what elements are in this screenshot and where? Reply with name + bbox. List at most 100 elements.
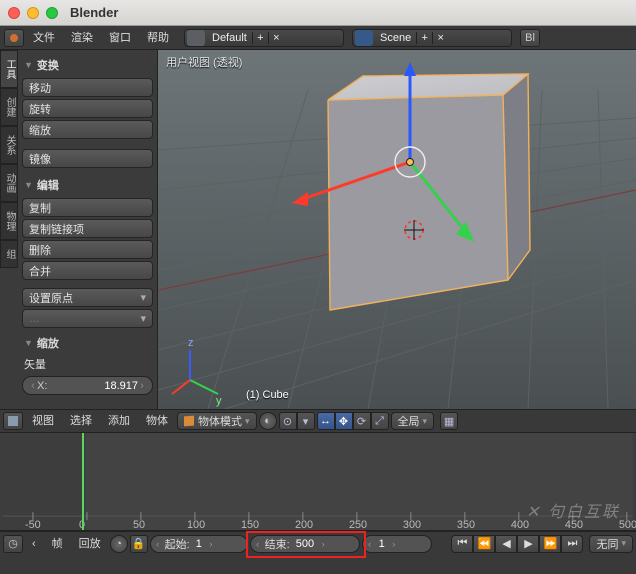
btn-set-origin[interactable]: 设置原点	[22, 288, 153, 307]
scene-remove-icon[interactable]: ×	[432, 32, 448, 44]
svg-text:150: 150	[241, 519, 259, 530]
maximize-window-icon[interactable]	[46, 7, 58, 19]
orientation-label: 全局	[398, 413, 420, 429]
tl-sync-icon[interactable]: ◔	[110, 535, 128, 553]
tl-menu-view[interactable]: ‹	[25, 532, 43, 556]
btn-mirror[interactable]: 镜像	[22, 149, 153, 168]
shading-selector-icon[interactable]: ◐	[259, 412, 277, 430]
scene-chip-icon	[355, 30, 373, 46]
viewport-header-label: 用户视图 (透视)	[166, 54, 242, 70]
jump-start-icon[interactable]: ⏮	[451, 535, 473, 553]
frame-end-field[interactable]: ‹ 结束: 500 ›	[250, 535, 360, 553]
manip-translate-icon[interactable]: ✥	[335, 412, 353, 430]
play-reverse-icon[interactable]: ◀	[495, 535, 517, 553]
pivot-extra-icon[interactable]: ▾	[297, 412, 315, 430]
btn-move[interactable]: 移动	[22, 78, 153, 97]
3d-viewport[interactable]: z y 用户视图 (透视) (1) Cube	[158, 50, 636, 409]
start-increment-icon[interactable]: ›	[206, 539, 216, 549]
cur-increment-icon[interactable]: ›	[389, 539, 399, 549]
tl-label-playback[interactable]: 回放	[72, 532, 108, 556]
playback-controls: ⏮ ⏪ ◀ ▶ ⏩ ⏭	[451, 535, 583, 553]
svg-text:50: 50	[133, 519, 145, 530]
end-decrement-icon[interactable]: ‹	[253, 539, 263, 549]
menu-help[interactable]: 帮助	[140, 26, 176, 50]
active-object-label: (1) Cube	[246, 389, 289, 401]
manip-rotate-icon[interactable]: ⟳	[353, 412, 371, 430]
panel-edit-header[interactable]: 编辑	[22, 174, 153, 196]
viewport-editor-type-icon[interactable]	[3, 412, 23, 430]
menu-window[interactable]: 窗口	[102, 26, 138, 50]
app-title: Blender	[70, 5, 118, 20]
shelf-tab-animation[interactable]: 动画	[0, 164, 18, 202]
end-label: 结束:	[263, 536, 292, 552]
btn-rotate[interactable]: 旋转	[22, 99, 153, 118]
keyframe-next-icon[interactable]: ⏩	[539, 535, 561, 553]
field-increment-icon[interactable]: ›	[138, 380, 146, 392]
svg-text:500: 500	[619, 519, 636, 530]
svg-text:y: y	[216, 395, 222, 407]
mode-selector[interactable]: 物体模式	[177, 412, 257, 430]
pivot-selector-icon[interactable]: ⊙	[279, 412, 297, 430]
pivot-group: ⊙ ▾	[279, 412, 315, 430]
minimize-window-icon[interactable]	[27, 7, 39, 19]
scene-selector[interactable]: Scene + ×	[352, 29, 512, 47]
svg-text:350: 350	[457, 519, 475, 530]
layers-icon[interactable]: ▦	[440, 412, 458, 430]
end-increment-icon[interactable]: ›	[318, 539, 328, 549]
btn-scale[interactable]: 缩放	[22, 120, 153, 139]
layout-add-icon[interactable]: +	[252, 32, 268, 44]
scale-x-field[interactable]: ‹ X: 18.917 ›	[22, 376, 153, 395]
tl-lock-icon[interactable]: 🔒	[130, 535, 148, 553]
shelf-body: 变换 移动 旋转 缩放 镜像 编辑 复制 复制链接项 删除 合并 设置原点 … …	[18, 50, 157, 409]
layout-remove-icon[interactable]: ×	[268, 32, 284, 44]
shelf-tab-create[interactable]: 创建	[0, 88, 18, 126]
cur-decrement-icon[interactable]: ‹	[365, 539, 375, 549]
manip-scale-icon[interactable]: ⤢	[371, 412, 389, 430]
tl-label-frame[interactable]: 帧	[45, 532, 70, 556]
vp-menu-select[interactable]: 选择	[63, 409, 99, 433]
start-decrement-icon[interactable]: ‹	[153, 539, 163, 549]
timeline-playhead[interactable]	[82, 433, 84, 530]
shelf-tab-relations[interactable]: 关系	[0, 126, 18, 164]
layout-name: Default	[207, 32, 252, 44]
panel-transform-header[interactable]: 变换	[22, 54, 153, 76]
sync-mode-selector[interactable]: 无同	[589, 535, 633, 553]
shelf-tab-tools[interactable]: 工具	[0, 50, 18, 88]
editor-type-icon[interactable]	[4, 29, 24, 47]
scene-add-icon[interactable]: +	[416, 32, 432, 44]
layout-selector[interactable]: Default + ×	[184, 29, 344, 47]
frame-start-field[interactable]: ‹ 起始: 1 ›	[150, 535, 248, 553]
cur-value: 1	[375, 538, 389, 550]
engine-button[interactable]: Bl	[520, 29, 540, 47]
start-value: 1	[192, 538, 206, 550]
current-frame-field[interactable]: ‹ 1 ›	[362, 535, 432, 553]
keyframe-prev-icon[interactable]: ⏪	[473, 535, 495, 553]
menu-file[interactable]: 文件	[26, 26, 62, 50]
orientation-selector[interactable]: 全局	[391, 412, 435, 430]
mode-label: 物体模式	[198, 413, 242, 429]
play-icon[interactable]: ▶	[517, 535, 539, 553]
field-decrement-icon[interactable]: ‹	[29, 380, 37, 392]
vp-menu-view[interactable]: 视图	[25, 409, 61, 433]
svg-text:300: 300	[403, 519, 421, 530]
jump-end-icon[interactable]: ⏭	[561, 535, 583, 553]
btn-duplicate-linked[interactable]: 复制链接项	[22, 219, 153, 238]
panel-last-op-header[interactable]: 缩放	[22, 332, 153, 354]
vp-menu-add[interactable]: 添加	[101, 409, 137, 433]
viewport-canvas: z y	[158, 50, 636, 409]
btn-join[interactable]: 合并	[22, 261, 153, 280]
shelf-tab-group[interactable]: 组	[0, 240, 18, 268]
scale-x-label: X:	[37, 380, 47, 392]
btn-duplicate[interactable]: 复制	[22, 198, 153, 217]
svg-text:z: z	[188, 337, 194, 349]
btn-delete[interactable]: 删除	[22, 240, 153, 259]
btn-set-origin2[interactable]: …	[22, 309, 153, 328]
menu-render[interactable]: 渲染	[64, 26, 100, 50]
timeline-editor-type-icon[interactable]: ◷	[3, 535, 23, 553]
viewport-header: 视图 选择 添加 物体 物体模式 ◐ ⊙ ▾ ↔ ✥ ⟳ ⤢ 全局 ▦	[0, 409, 636, 433]
vp-menu-object[interactable]: 物体	[139, 409, 175, 433]
manipulator-toggle-icon[interactable]: ↔	[317, 412, 335, 430]
close-window-icon[interactable]	[8, 7, 20, 19]
window-titlebar: Blender	[0, 0, 636, 26]
shelf-tab-physics[interactable]: 物理	[0, 202, 18, 240]
